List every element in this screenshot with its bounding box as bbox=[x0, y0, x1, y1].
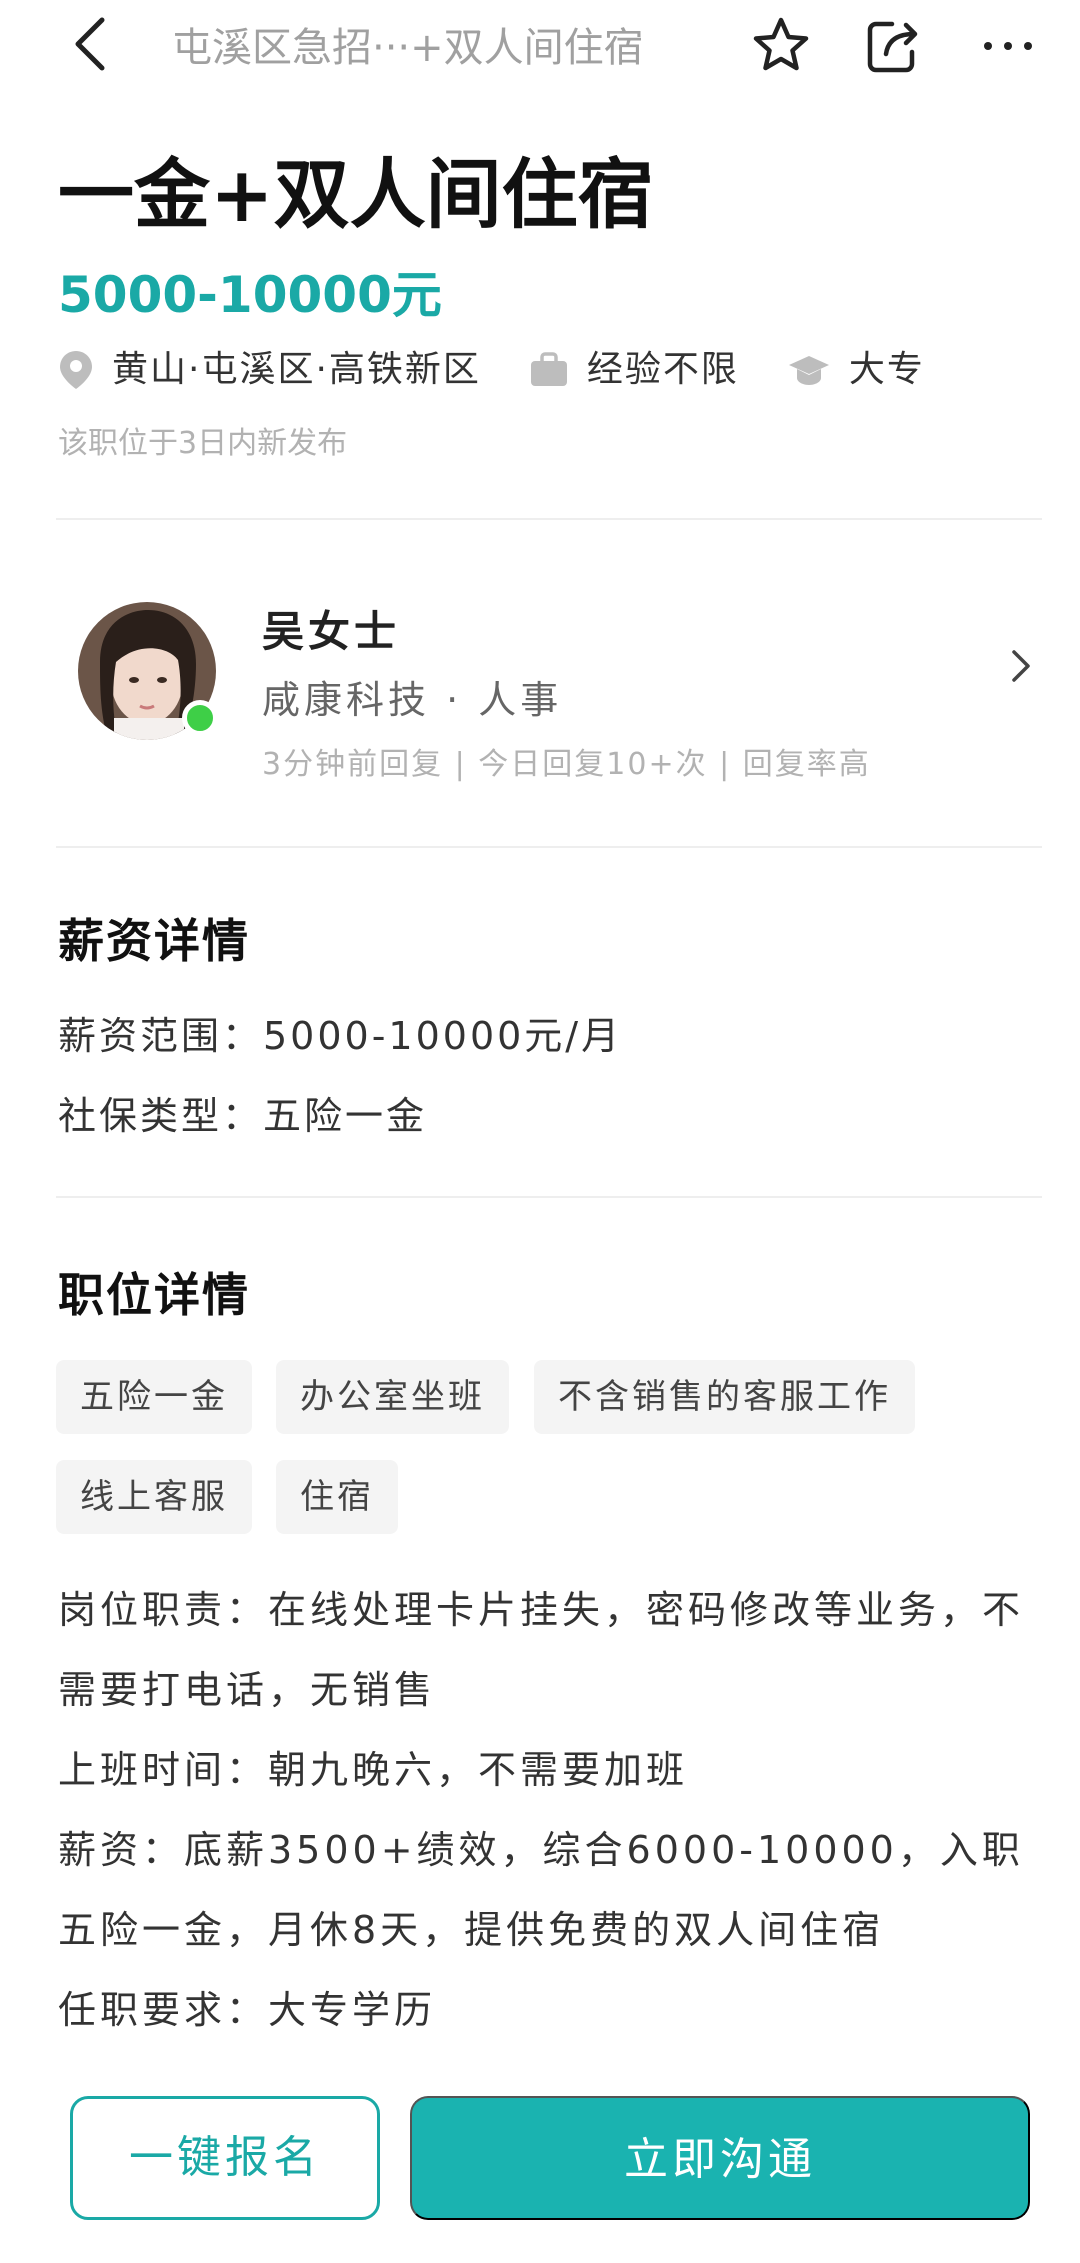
briefcase-icon bbox=[530, 352, 567, 386]
position-section-title: 职位详情 bbox=[58, 1268, 250, 1322]
job-requirements: 任职要求：大专学历 bbox=[58, 1988, 437, 2032]
chevron-right-icon[interactable] bbox=[1010, 646, 1034, 686]
online-status-dot bbox=[182, 700, 218, 736]
education-text: 大专 bbox=[848, 349, 925, 390]
tag: 线上客服 bbox=[56, 1460, 252, 1534]
job-description: 岗位职责：在线处理卡片挂失，密码修改等业务，不需要打电话，无销售 上班时间：朝九… bbox=[58, 1570, 1048, 2050]
tag: 五险一金 bbox=[56, 1360, 252, 1434]
posted-notice: 该职位于3日内新发布 bbox=[58, 426, 348, 461]
one-click-signup-button[interactable]: 一键报名 bbox=[70, 2096, 380, 2220]
job-education: 大专 bbox=[787, 340, 925, 400]
more-options-icon[interactable] bbox=[978, 14, 1038, 78]
divider bbox=[56, 1196, 1042, 1198]
back-arrow-icon[interactable] bbox=[62, 14, 118, 74]
tag: 住宿 bbox=[276, 1460, 398, 1534]
divider bbox=[56, 518, 1042, 520]
recruiter-reply-stats: 3分钟前回复 | 今日回复10+次 | 回复率高 bbox=[262, 747, 871, 782]
work-hours: 上班时间：朝九晚六，不需要加班 bbox=[58, 1748, 689, 1792]
graduation-cap-icon bbox=[788, 356, 829, 385]
insurance-type: 社保类型：五险一金 bbox=[58, 1094, 428, 1138]
bottom-action-bar: 一键报名 立即沟通 bbox=[0, 2060, 1080, 2263]
pay-details: 薪资：底薪3500+绩效，综合6000-10000，入职五险一金，月休8天，提供… bbox=[58, 1828, 1024, 1952]
experience-text: 经验不限 bbox=[586, 349, 739, 390]
salary-range: 薪资范围：5000-10000元/月 bbox=[58, 1014, 623, 1058]
job-location: 黄山·屯溪区·高铁新区 bbox=[58, 340, 481, 400]
tag: 办公室坐班 bbox=[276, 1360, 509, 1434]
recruiter-company-role: 咸康科技 · 人事 bbox=[262, 678, 563, 722]
job-duties: 岗位职责：在线处理卡片挂失，密码修改等业务，不需要打电话，无销售 bbox=[58, 1588, 1025, 1712]
nav-title: 屯溪区急招···+双人间住宿 bbox=[172, 25, 644, 71]
job-experience: 经验不限 bbox=[529, 340, 739, 400]
top-nav-bar: 屯溪区急招···+双人间住宿 bbox=[0, 0, 1080, 100]
favorite-star-icon[interactable] bbox=[748, 14, 814, 78]
tag: 不含销售的客服工作 bbox=[534, 1360, 915, 1434]
job-title: 一金+双人间住宿 bbox=[58, 150, 654, 239]
job-meta-row: 黄山·屯溪区·高铁新区 经验不限 大专 bbox=[58, 340, 973, 400]
location-text: 黄山·屯溪区·高铁新区 bbox=[112, 349, 481, 390]
job-salary: 5000-10000元 bbox=[58, 266, 442, 324]
chat-now-button[interactable]: 立即沟通 bbox=[410, 2096, 1030, 2220]
recruiter-card[interactable]: 吴女士 咸康科技 · 人事 3分钟前回复 | 今日回复10+次 | 回复率高 bbox=[56, 590, 1042, 810]
salary-section-title: 薪资详情 bbox=[58, 914, 250, 968]
divider bbox=[56, 846, 1042, 848]
location-pin-icon bbox=[60, 351, 92, 389]
recruiter-name: 吴女士 bbox=[262, 607, 401, 656]
share-icon[interactable] bbox=[862, 14, 924, 78]
